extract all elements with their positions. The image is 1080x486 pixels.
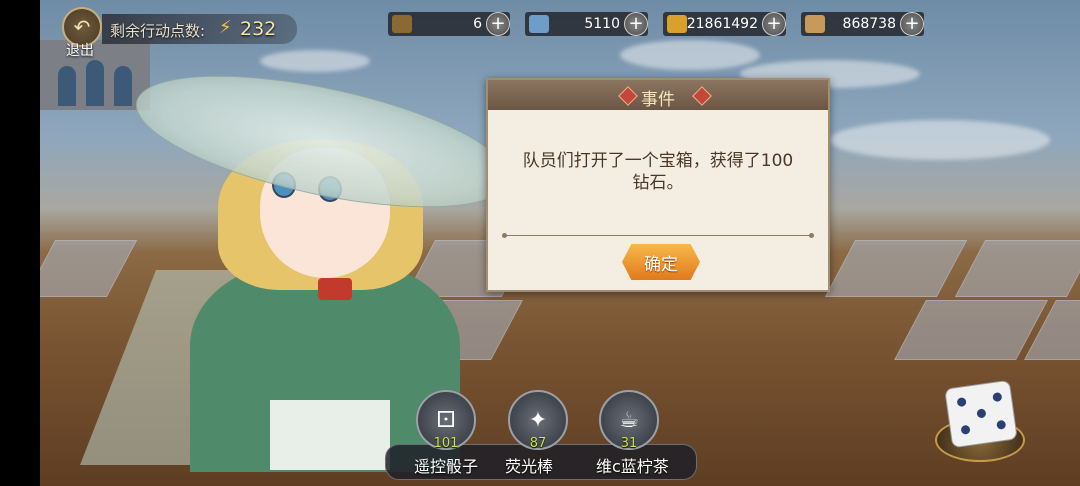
gold-coin-icon <box>667 15 687 33</box>
item-glow-stick[interactable]: ✦ 87 <box>508 390 572 451</box>
dice-pip <box>992 391 1003 403</box>
exit-label[interactable]: 退出 <box>66 40 94 60</box>
event-dialog: 事件 队员们打开了一个宝箱，获得了100钻石。 确定 <box>486 78 830 292</box>
board-tile[interactable] <box>954 240 1080 297</box>
dialog-message: 队员们打开了一个宝箱，获得了100钻石。 <box>522 151 794 193</box>
add-ticket-button[interactable]: + <box>624 12 648 36</box>
resource-value: 6 <box>473 16 482 32</box>
cloud <box>620 40 760 70</box>
character-bow <box>318 278 352 300</box>
lightning-icon: ⚡ <box>219 17 232 38</box>
dice-pip <box>996 419 1007 430</box>
item-count: 101 <box>433 436 459 451</box>
character-skirt <box>270 400 390 470</box>
item-count: 31 <box>620 436 638 451</box>
cloud <box>830 120 1050 160</box>
item-label: 遥控骰子 <box>414 457 479 476</box>
dice-pip <box>976 408 987 419</box>
resource-gold: 21861492 + <box>663 12 786 36</box>
item-lemon-tea[interactable]: ☕ 31 <box>599 390 663 451</box>
scroll-icon <box>805 15 825 33</box>
board-tile[interactable] <box>40 240 138 297</box>
resource-value: 868738 <box>842 16 896 32</box>
back-arrow-icon: ↶ <box>73 15 91 39</box>
board-tile[interactable] <box>824 240 968 297</box>
ticket-icon <box>529 15 549 33</box>
ruin-arch <box>86 60 104 106</box>
item-count: 87 <box>529 436 547 451</box>
resource-scroll: 868738 + <box>801 12 924 36</box>
resource-value: 21861492 <box>686 16 758 32</box>
treasure-chest-icon <box>392 15 412 33</box>
resource-value: 5110 <box>584 16 620 32</box>
item-remote-dice[interactable]: ⚀ 101 <box>416 390 480 451</box>
roll-dice-button[interactable] <box>944 379 1018 449</box>
confirm-button[interactable]: 确定 <box>622 244 700 280</box>
action-points-value: 232 <box>240 18 277 40</box>
resource-ticket: 5110 + <box>525 12 648 36</box>
add-gold-button[interactable]: + <box>762 12 786 36</box>
ruin-arch <box>58 66 76 106</box>
item-label: 维c蓝柠茶 <box>596 457 669 476</box>
item-label: 荧光棒 <box>505 457 554 476</box>
divider <box>502 233 814 238</box>
dice-pip <box>960 424 971 435</box>
ruin-arch <box>114 66 132 106</box>
action-points-label: 剩余行动点数: <box>110 22 206 40</box>
add-chest-button[interactable]: + <box>486 12 510 36</box>
board-tile[interactable] <box>894 300 1048 360</box>
add-scroll-button[interactable]: + <box>900 12 924 36</box>
dialog-title: 事件 <box>641 90 675 110</box>
dice-pip <box>956 396 967 408</box>
resource-chest: 6 + <box>388 12 510 36</box>
cloud <box>260 50 370 72</box>
